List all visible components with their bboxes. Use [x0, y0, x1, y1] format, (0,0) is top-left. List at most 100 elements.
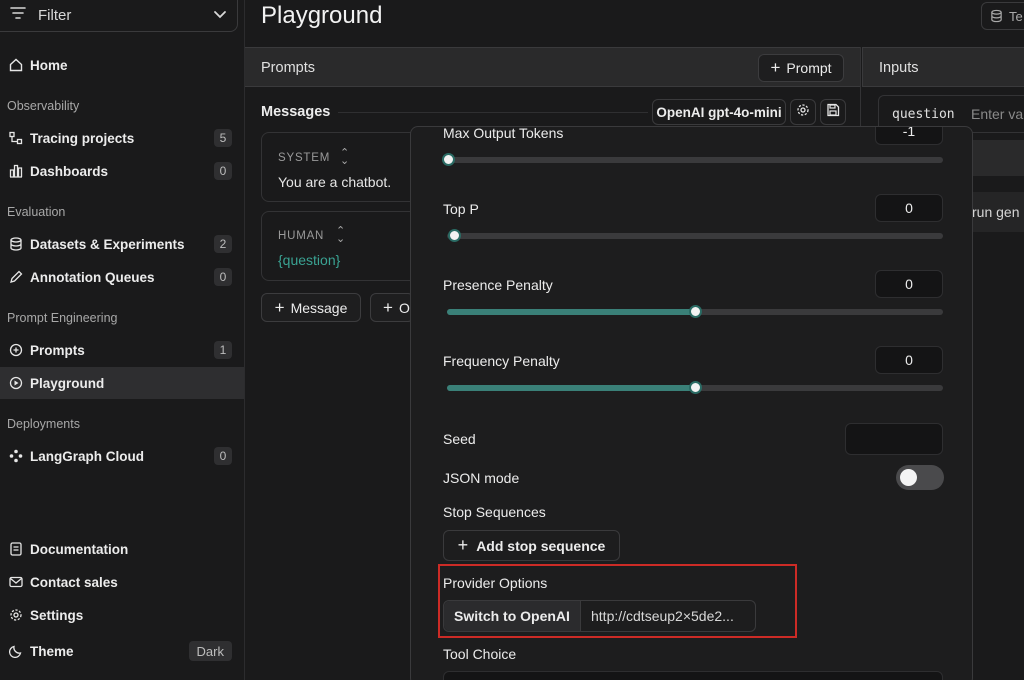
sidebar-item-label: Theme	[30, 643, 74, 659]
top-p-value[interactable]: 0	[875, 194, 943, 222]
slider-knob[interactable]	[448, 229, 461, 242]
seed-label: Seed	[443, 431, 476, 447]
sidebar-item-label: Annotation Queues	[30, 269, 155, 285]
message-role: SYSTEM	[278, 152, 331, 164]
top-right-label: Te	[1009, 8, 1023, 24]
slider-knob[interactable]	[442, 153, 455, 166]
tool-choice-select[interactable]	[443, 671, 943, 680]
add-other-label: O	[398, 299, 410, 316]
frequency-penalty-value[interactable]: 0	[875, 346, 943, 374]
add-stop-sequence-button[interactable]: + Add stop sequence	[443, 530, 620, 561]
filter-dropdown[interactable]: Filter	[0, 0, 238, 32]
sidebar-item-label: LangGraph Cloud	[30, 448, 144, 464]
section-observability: Observability	[7, 99, 80, 113]
presence-penalty-value[interactable]: 0	[875, 270, 943, 298]
sidebar-item-label: Prompts	[30, 342, 85, 358]
count-badge: 0	[214, 268, 232, 286]
chevron-down-icon	[211, 6, 229, 29]
input-value-field[interactable]: Enter va	[971, 106, 1023, 122]
sidebar-item-label: Dashboards	[30, 163, 109, 179]
sidebar-item-annotation[interactable]: Annotation Queues 0	[0, 261, 244, 293]
provider-url-input[interactable]: http://cdtseup2×5de2...	[581, 601, 755, 631]
max-tokens-label: Max Output Tokens	[443, 126, 564, 141]
sidebar-item-settings[interactable]: Settings	[0, 599, 244, 631]
sidebar-item-documentation[interactable]: Documentation	[0, 533, 244, 565]
switch-provider-button[interactable]: Switch to OpenAI	[444, 601, 581, 631]
input-key: question	[892, 107, 955, 122]
count-badge: 1	[214, 341, 232, 359]
count-badge: 0	[214, 447, 232, 465]
sidebar-item-label: Documentation	[30, 541, 129, 557]
sidebar-item-langgraph[interactable]: LangGraph Cloud 0	[0, 440, 244, 472]
prompts-header: Prompts + Prompt	[245, 47, 860, 87]
section-evaluation: Evaluation	[7, 205, 66, 219]
add-prompt-button[interactable]: + Prompt	[758, 54, 844, 82]
role-toggle-icon[interactable]: ⌃ ⌄	[336, 226, 345, 245]
filter-icon	[10, 6, 26, 25]
sidebar-item-dashboards[interactable]: Dashboards 0	[0, 155, 244, 187]
top-p-slider[interactable]	[447, 229, 943, 242]
add-other-button[interactable]: + O	[370, 293, 414, 322]
model-settings-popover: Max Output Tokens -1 Top P 0 Presence Pe…	[410, 126, 973, 680]
graph-nodes-icon	[8, 448, 24, 464]
inputs-header: Inputs	[862, 47, 1024, 87]
message-text[interactable]: You are a chatbot.	[278, 174, 391, 190]
mail-icon	[8, 574, 24, 590]
presence-penalty-slider[interactable]	[447, 305, 943, 318]
provider-options-group: Switch to OpenAI http://cdtseup2×5de2...	[443, 600, 756, 632]
plus-icon: +	[770, 58, 781, 77]
sidebar-item-prompts[interactable]: Prompts 1	[0, 334, 244, 366]
add-message-button[interactable]: + Message	[261, 293, 361, 322]
toggle-thumb	[900, 469, 917, 486]
provider-options-label: Provider Options	[443, 575, 548, 591]
sidebar-item-label: Settings	[30, 607, 84, 623]
play-circle-icon	[8, 375, 24, 391]
save-button[interactable]	[820, 99, 846, 125]
role-toggle-icon[interactable]: ⌃ ⌄	[340, 148, 349, 167]
model-settings-button[interactable]	[790, 99, 816, 125]
sidebar-item-home[interactable]: Home	[0, 49, 244, 81]
gear-icon	[796, 103, 810, 122]
theme-toggle-badge[interactable]: Dark	[188, 641, 232, 661]
sidebar-item-datasets[interactable]: Datasets & Experiments 2	[0, 228, 244, 260]
page-title: Playground	[261, 2, 383, 29]
moon-icon	[8, 643, 24, 659]
sidebar-item-playground[interactable]: Playground	[0, 367, 244, 399]
output-strip	[972, 140, 1024, 176]
count-badge: 0	[214, 162, 232, 180]
json-mode-label: JSON mode	[443, 470, 520, 486]
pencil-icon	[8, 269, 24, 285]
add-stop-label: Add stop sequence	[476, 537, 606, 554]
sidebar-item-label: Playground	[30, 375, 105, 391]
message-text[interactable]: {question}	[278, 252, 340, 268]
frequency-penalty-slider[interactable]	[447, 381, 943, 394]
message-card-human[interactable]: HUMAN ⌃ ⌄ {question}	[261, 211, 421, 281]
slider-knob[interactable]	[689, 305, 702, 318]
prompts-header-label: Prompts	[261, 60, 315, 76]
sidebar-item-theme[interactable]: Theme Dark	[0, 635, 244, 667]
max-tokens-value[interactable]: -1	[875, 127, 943, 145]
add-message-label: Message	[290, 299, 348, 316]
message-card-system[interactable]: SYSTEM ⌃ ⌄ You are a chatbot.	[261, 132, 421, 202]
filter-label: Filter	[38, 7, 72, 24]
add-prompt-label: Prompt	[786, 60, 832, 76]
stop-sequences-label: Stop Sequences	[443, 504, 546, 520]
plus-icon: +	[383, 297, 393, 317]
sidebar-item-label: Datasets & Experiments	[30, 236, 185, 252]
sidebar-item-tracing[interactable]: Tracing projects 5	[0, 122, 244, 154]
sidebar: Filter Home Observability Tracing projec…	[0, 0, 245, 680]
sidebar-item-label: Contact sales	[30, 574, 118, 590]
plus-icon: +	[457, 535, 469, 555]
sidebar-item-label: Home	[30, 57, 68, 73]
document-icon	[8, 541, 24, 557]
model-selector-button[interactable]: OpenAI gpt-4o-mini	[652, 99, 786, 125]
top-right-button[interactable]: Te	[981, 2, 1024, 30]
json-mode-toggle[interactable]	[896, 465, 944, 490]
divider	[338, 112, 648, 113]
slider-knob[interactable]	[689, 381, 702, 394]
home-icon	[8, 57, 24, 73]
seed-input[interactable]	[845, 423, 943, 455]
max-tokens-slider[interactable]	[442, 153, 943, 166]
section-deployments: Deployments	[7, 417, 80, 431]
sidebar-item-contact[interactable]: Contact sales	[0, 566, 244, 598]
